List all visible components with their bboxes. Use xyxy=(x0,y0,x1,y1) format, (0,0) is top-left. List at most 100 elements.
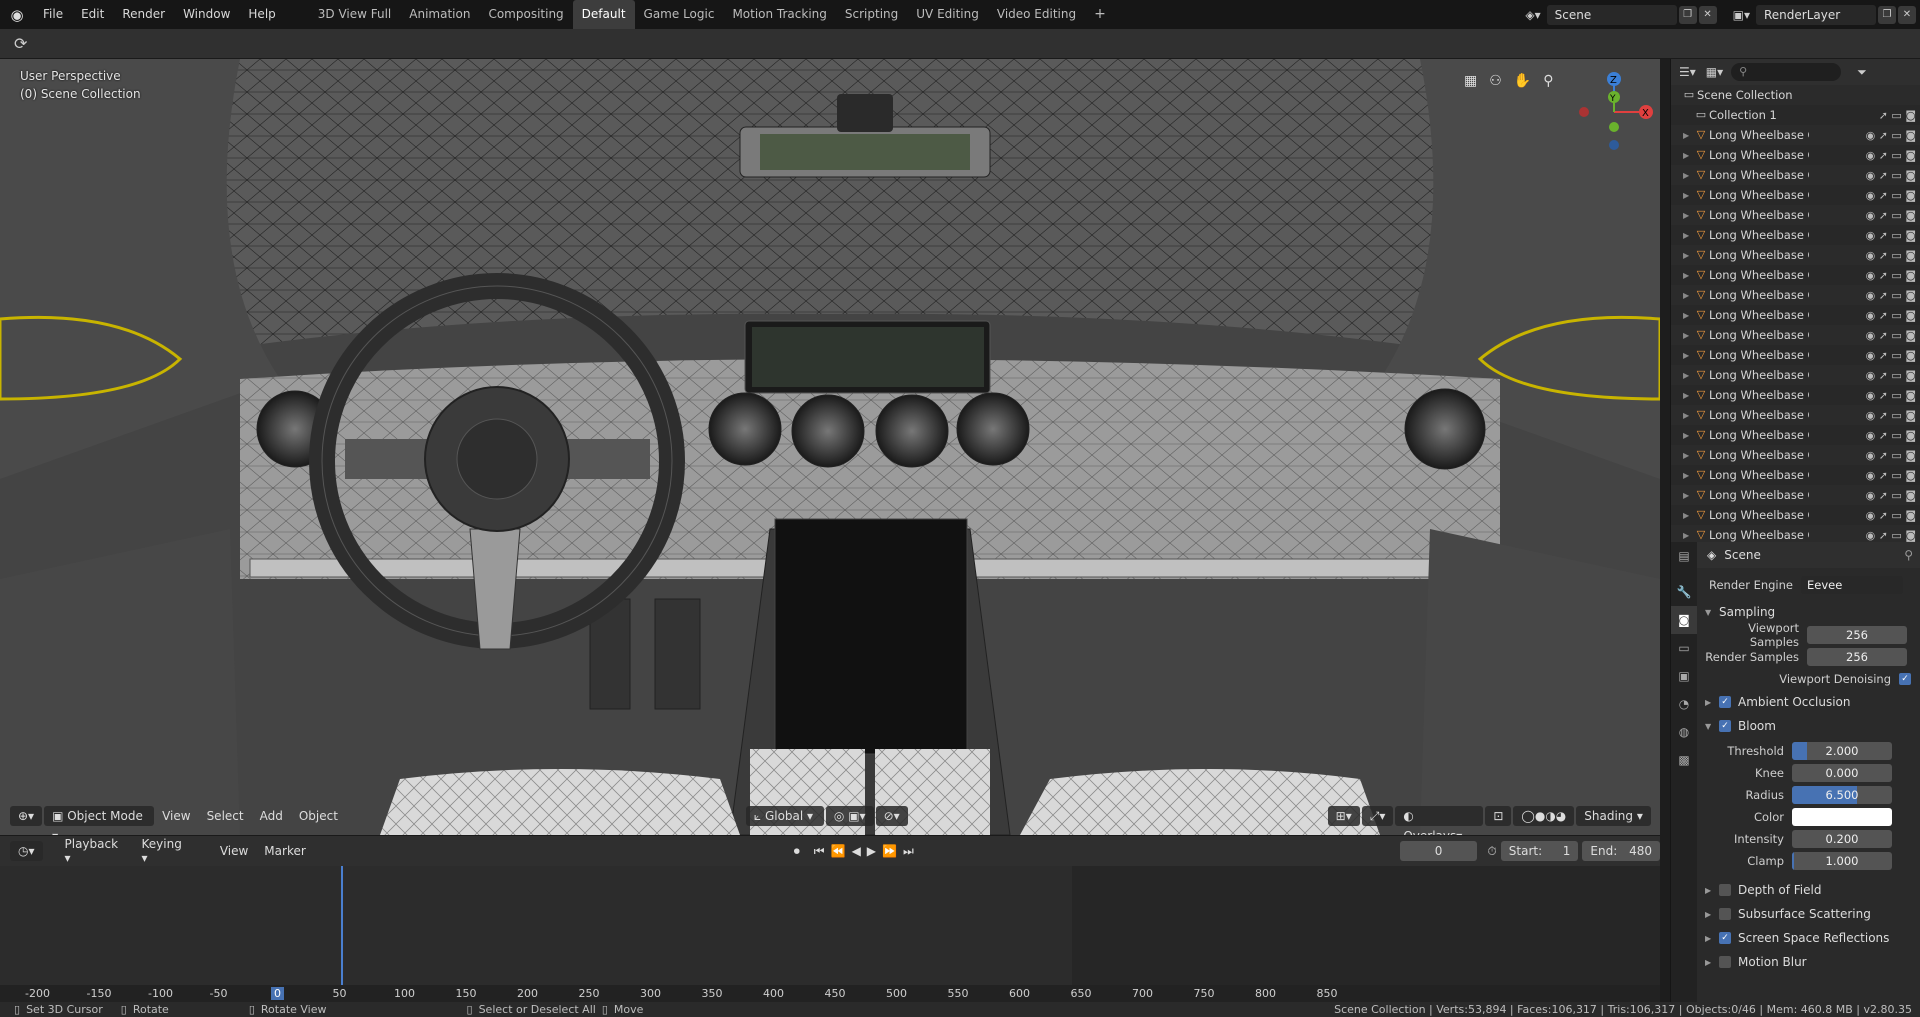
render-layer-field[interactable]: RenderLayer xyxy=(1756,4,1876,25)
outliner-object-row[interactable]: ▶▽Long Wheelbase Car ◉ ➚ ▭ ◙ xyxy=(1671,285,1920,305)
ao-checkbox[interactable]: ✓ xyxy=(1719,696,1731,708)
pan-view-icon[interactable]: ✋ xyxy=(1514,73,1531,89)
marker-menu[interactable]: Marker xyxy=(256,844,313,858)
view-layer-tab-icon[interactable]: ▣ xyxy=(1671,662,1697,690)
threshold-slider[interactable]: 2.000 xyxy=(1792,742,1892,760)
sss-checkbox[interactable] xyxy=(1719,908,1731,920)
expand-arrow-icon[interactable]: ▶ xyxy=(1683,431,1693,440)
new-scene-icon[interactable]: ❐ xyxy=(1678,5,1697,24)
outliner-object-row[interactable]: ▶▽Long Wheelbase Car ◉ ➚ ▭ ◙ xyxy=(1671,225,1920,245)
outliner-object-row[interactable]: ▶▽Long Wheelbase Car ◉ ➚ ▭ ◙ xyxy=(1671,485,1920,505)
object-visibility-toggles[interactable]: ◉ ➚ ▭ ◙ xyxy=(1866,429,1916,442)
render-tab-icon[interactable]: ◙ xyxy=(1671,606,1697,634)
object-visibility-toggles[interactable]: ◉ ➚ ▭ ◙ xyxy=(1866,529,1916,542)
3d-viewport[interactable]: User Perspective (0) Scene Collection ▦ … xyxy=(0,59,1660,835)
delete-layer-icon[interactable]: ✕ xyxy=(1898,5,1916,24)
outliner-object-row[interactable]: ▶▽Long Wheelbase Car ◉ ➚ ▭ ◙ xyxy=(1671,325,1920,345)
view-object-types-icon[interactable]: ⊞▾ xyxy=(1327,806,1360,826)
object-visibility-toggles[interactable]: ◉ ➚ ▭ ◙ xyxy=(1866,149,1916,162)
viewport-menu-add[interactable]: Add xyxy=(252,809,291,823)
outliner-object-row[interactable]: ▶▽Long Wheelbase Car ◉ ➚ ▭ ◙ xyxy=(1671,245,1920,265)
tab-default[interactable]: Default xyxy=(572,0,635,29)
outliner-collection-row[interactable]: ▭ Collection 1 ➚ ▭ ◙ xyxy=(1671,105,1920,125)
editor-type-icon[interactable]: ⊕▾ xyxy=(10,806,43,826)
menu-help[interactable]: Help xyxy=(239,0,284,29)
object-visibility-toggles[interactable]: ◉ ➚ ▭ ◙ xyxy=(1866,169,1916,182)
outliner-object-row[interactable]: ▶▽Long Wheelbase Car ◉ ➚ ▭ ◙ xyxy=(1671,185,1920,205)
outliner-object-row[interactable]: ▶▽Long Wheelbase Car ◉ ➚ ▭ ◙ xyxy=(1671,385,1920,405)
tool-tab-icon[interactable]: 🔧 xyxy=(1671,578,1697,606)
radius-slider[interactable]: 6.500 xyxy=(1792,786,1892,804)
jump-end-icon[interactable]: ⏭ xyxy=(903,844,920,858)
expand-arrow-icon[interactable]: ▶ xyxy=(1683,331,1693,340)
filter-icon[interactable]: ⏷ xyxy=(1857,65,1867,80)
object-visibility-toggles[interactable]: ◉ ➚ ▭ ◙ xyxy=(1866,249,1916,262)
menu-window[interactable]: Window xyxy=(174,0,239,29)
jump-keyframe-forward-icon[interactable]: ⏩ xyxy=(882,844,903,858)
outliner-object-row[interactable]: ▶▽Long Wheelbase Car ◉ ➚ ▭ ◙ xyxy=(1671,405,1920,425)
auto-keying-button[interactable]: ⏺ xyxy=(794,844,800,859)
menu-file[interactable]: File xyxy=(34,0,72,29)
expand-arrow-icon[interactable]: ▶ xyxy=(1683,391,1693,400)
viewport-menu-select[interactable]: Select xyxy=(199,809,252,823)
render-layer-icon[interactable]: ▣▾ xyxy=(1733,8,1750,22)
render-samples-field[interactable]: 256 xyxy=(1807,648,1907,666)
viewport-samples-field[interactable]: 256 xyxy=(1807,626,1907,644)
object-visibility-toggles[interactable]: ◉ ➚ ▭ ◙ xyxy=(1866,229,1916,242)
scene-name-field[interactable]: Scene xyxy=(1546,4,1677,25)
expand-arrow-icon[interactable]: ▶ xyxy=(1683,291,1693,300)
expand-arrow-icon[interactable]: ▶ xyxy=(1683,271,1693,280)
timeline-editor-type-icon[interactable]: ◷▾ xyxy=(10,841,43,861)
expand-arrow-icon[interactable]: ▶ xyxy=(1683,131,1693,140)
outliner-object-row[interactable]: ▶▽Long Wheelbase Car ◉ ➚ ▭ ◙ xyxy=(1671,125,1920,145)
transform-orientation-dropdown[interactable]: ⟀ Global ▾ xyxy=(745,806,824,826)
play-icon[interactable]: ▶ xyxy=(867,844,882,858)
object-visibility-toggles[interactable]: ◉ ➚ ▭ ◙ xyxy=(1866,469,1916,482)
expand-arrow-icon[interactable]: ▶ xyxy=(1683,231,1693,240)
expand-arrow-icon[interactable]: ▶ xyxy=(1683,151,1693,160)
object-visibility-toggles[interactable]: ◉ ➚ ▭ ◙ xyxy=(1866,209,1916,222)
jump-keyframe-back-icon[interactable]: ⏪ xyxy=(831,844,852,858)
denoise-checkbox[interactable]: ✓ xyxy=(1899,673,1911,685)
zoom-view-icon[interactable]: ⚲ xyxy=(1543,73,1553,89)
output-tab-icon[interactable]: ▭ xyxy=(1671,634,1697,662)
object-visibility-toggles[interactable]: ◉ ➚ ▭ ◙ xyxy=(1866,449,1916,462)
motion-blur-checkbox[interactable] xyxy=(1719,956,1731,968)
shading-dropdown[interactable]: Shading ▾ xyxy=(1576,806,1651,826)
menu-edit[interactable]: Edit xyxy=(72,0,113,29)
outliner-search-input[interactable]: ⚲ xyxy=(1731,63,1842,81)
world-tab-icon[interactable]: ◍ xyxy=(1671,718,1697,746)
tab-uv-editing[interactable]: UV Editing xyxy=(907,0,988,29)
tab-compositing[interactable]: Compositing xyxy=(479,0,572,29)
outliner-object-row[interactable]: ▶▽Long Wheelbase Car ◉ ➚ ▭ ◙ xyxy=(1671,305,1920,325)
viewport-menu-object[interactable]: Object xyxy=(291,809,346,823)
dof-panel-header[interactable]: ▶ Depth of Field xyxy=(1697,878,1920,902)
expand-arrow-icon[interactable]: ▶ xyxy=(1683,471,1693,480)
start-frame-field[interactable]: Start: 1 xyxy=(1500,841,1579,861)
playback-menu[interactable]: Playback ▾ xyxy=(57,837,134,865)
viewport-menu-view[interactable]: View xyxy=(154,809,198,823)
play-reverse-icon[interactable]: ◀ xyxy=(852,844,867,858)
tab-scripting[interactable]: Scripting xyxy=(836,0,907,29)
object-visibility-toggles[interactable]: ◉ ➚ ▭ ◙ xyxy=(1866,389,1916,402)
tab-motion-tracking[interactable]: Motion Tracking xyxy=(723,0,835,29)
knee-slider[interactable]: 0.000 xyxy=(1792,764,1892,782)
outliner-editor-type-icon[interactable]: ☰▾ xyxy=(1679,65,1696,79)
outliner-object-row[interactable]: ▶▽Long Wheelbase Car ◉ ➚ ▭ ◙ xyxy=(1671,265,1920,285)
expand-arrow-icon[interactable]: ▶ xyxy=(1683,451,1693,460)
current-frame-field[interactable]: 0 xyxy=(1399,841,1478,861)
outliner-object-row[interactable]: ▶▽Long Wheelbase Car ◉ ➚ ▭ ◙ xyxy=(1671,345,1920,365)
tab-animation[interactable]: Animation xyxy=(400,0,479,29)
tab-game-logic[interactable]: Game Logic xyxy=(635,0,724,29)
tab-video-editing[interactable]: Video Editing xyxy=(988,0,1085,29)
outliner-root-row[interactable]: ▭ Scene Collection xyxy=(1671,85,1920,105)
dof-checkbox[interactable] xyxy=(1719,884,1731,896)
navigation-gizmo[interactable]: Z X Y xyxy=(1570,67,1660,157)
expand-arrow-icon[interactable]: ▶ xyxy=(1683,491,1693,500)
bloom-checkbox[interactable]: ✓ xyxy=(1719,720,1731,732)
object-visibility-toggles[interactable]: ◉ ➚ ▭ ◙ xyxy=(1866,189,1916,202)
object-visibility-toggles[interactable]: ◉ ➚ ▭ ◙ xyxy=(1866,129,1916,142)
outliner-object-row[interactable]: ▶▽Long Wheelbase Car ◉ ➚ ▭ ◙ xyxy=(1671,145,1920,165)
intensity-slider[interactable]: 0.200 xyxy=(1792,830,1892,848)
expand-arrow-icon[interactable]: ▶ xyxy=(1683,531,1693,540)
